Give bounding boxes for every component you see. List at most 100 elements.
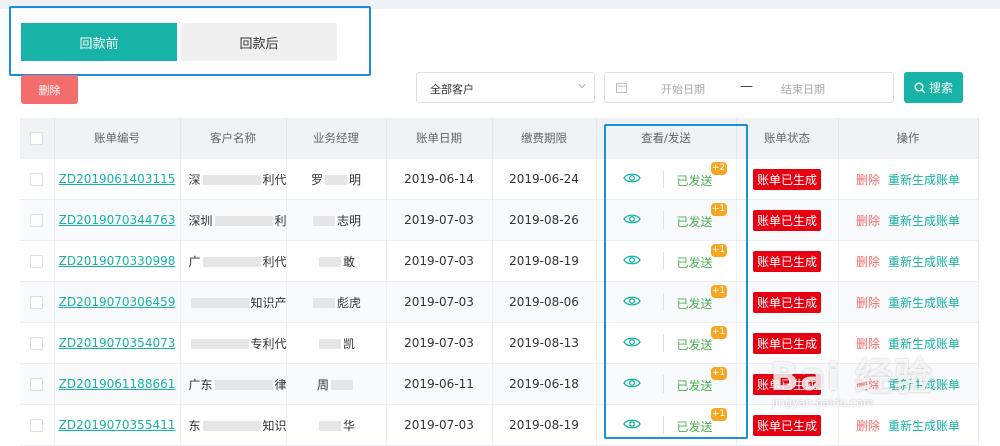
divider	[662, 334, 664, 352]
row-checkbox[interactable]	[30, 296, 44, 309]
col-manager: 业务经理	[286, 118, 387, 159]
row-select-cell	[20, 281, 55, 323]
status-badge: 账单已生成	[752, 209, 821, 231]
start-date-input[interactable]: 开始日期	[661, 81, 705, 97]
eye-icon[interactable]	[622, 213, 641, 228]
view-send-cell: 已发送 +1	[596, 322, 737, 364]
divider	[662, 293, 664, 311]
bill-number-link[interactable]: ZD2019070354073	[59, 336, 176, 350]
regenerate-bill-link[interactable]: 重新生成账单	[888, 419, 960, 433]
bill-number-cell: ZD2019070306459	[54, 281, 181, 323]
eye-icon[interactable]	[622, 418, 641, 433]
send-count-badge: +1	[710, 408, 727, 421]
customer-name-cell: 广东 律师事...	[180, 363, 287, 405]
calendar-icon	[616, 82, 627, 93]
status-cell: 账单已生成	[736, 281, 839, 323]
sent-status-link[interactable]: 已发送	[677, 377, 713, 394]
row-delete-link[interactable]: 删除	[856, 419, 880, 433]
actions-cell: 删除 重新生成账单	[838, 199, 979, 241]
eye-icon[interactable]	[622, 254, 641, 269]
row-delete-link[interactable]: 删除	[856, 296, 880, 310]
sent-status-link[interactable]: 已发送	[677, 295, 713, 312]
row-checkbox[interactable]	[30, 214, 44, 227]
due-date-cell: 2019-08-26	[492, 199, 597, 241]
redaction-mask	[202, 257, 261, 267]
row-checkbox[interactable]	[30, 378, 44, 391]
row-checkbox[interactable]	[30, 173, 44, 186]
status-cell: 账单已生成	[736, 404, 839, 446]
end-date-input[interactable]: 结束日期	[781, 81, 825, 97]
eye-icon[interactable]	[622, 336, 641, 351]
row-select-cell	[20, 199, 55, 241]
regenerate-bill-link[interactable]: 重新生成账单	[888, 337, 960, 351]
row-delete-link[interactable]: 删除	[856, 337, 880, 351]
customer-name-cell: 广 利代...	[180, 240, 287, 282]
bill-number-link[interactable]: ZD2019061188661	[59, 377, 176, 391]
eye-icon[interactable]	[622, 377, 641, 392]
eye-icon[interactable]	[622, 172, 641, 187]
redaction-mask	[202, 421, 261, 431]
bill-number-link[interactable]: ZD2019070306459	[59, 295, 176, 309]
bill-date-cell: 2019-07-03	[386, 240, 493, 282]
row-delete-link[interactable]: 删除	[856, 214, 880, 228]
due-date-cell: 2019-06-18	[492, 363, 597, 405]
row-delete-link[interactable]: 删除	[856, 378, 880, 392]
bill-number-link[interactable]: ZD2019061403115	[59, 172, 176, 186]
bill-number-link[interactable]: ZD2019070344763	[59, 213, 176, 227]
row-select-cell	[20, 363, 55, 405]
manager-cell: 彪虎	[286, 281, 387, 323]
status-cell: 账单已生成	[736, 322, 839, 364]
tab-after-payment[interactable]: 回款后	[181, 23, 337, 61]
bill-date-cell: 2019-07-03	[386, 199, 493, 241]
sent-status-link[interactable]: 已发送	[677, 254, 713, 271]
view-send-cell: 已发送 +1	[596, 404, 737, 446]
regenerate-bill-link[interactable]: 重新生成账单	[888, 173, 960, 187]
view-send-cell: 已发送 +1	[596, 199, 737, 241]
redaction-mask	[190, 298, 249, 308]
bill-number-cell: ZD2019070354073	[54, 322, 181, 364]
sent-status-link[interactable]: 已发送	[677, 336, 713, 353]
redaction-mask	[318, 257, 341, 267]
send-count-badge: +1	[710, 367, 727, 380]
table-row: ZD2019070355411 东 知识... 华 2019-07-032019-08-…	[20, 404, 979, 446]
actions-cell: 删除 重新生成账单	[838, 240, 979, 282]
regenerate-bill-link[interactable]: 重新生成账单	[888, 214, 960, 228]
row-checkbox[interactable]	[30, 419, 44, 432]
select-all-checkbox[interactable]	[30, 132, 44, 145]
customer-select[interactable]: 全部客户	[416, 72, 595, 103]
search-button[interactable]: 搜索	[904, 72, 963, 103]
customer-name-suffix: 专利代...	[250, 336, 286, 351]
redaction-mask	[331, 380, 353, 390]
customer-name-cell: 深圳 利代...	[180, 199, 287, 241]
row-checkbox[interactable]	[30, 255, 44, 268]
bill-number-link[interactable]: ZD2019070355411	[59, 418, 176, 432]
view-send-cell: 已发送 +1	[596, 281, 737, 323]
manager-cell: 周	[286, 363, 387, 405]
date-range-picker[interactable]: 开始日期 — 结束日期	[604, 72, 894, 103]
col-view-send: 查看/发送	[596, 118, 737, 159]
eye-icon[interactable]	[622, 295, 641, 310]
chevron-down-icon	[578, 84, 586, 89]
table-row: ZD2019070344763 深圳 利代... 志明 2019-07-032019-0…	[20, 199, 979, 241]
row-delete-link[interactable]: 删除	[856, 255, 880, 269]
regenerate-bill-link[interactable]: 重新生成账单	[888, 255, 960, 269]
view-send-cell: 已发送 +1	[596, 240, 737, 282]
row-delete-link[interactable]: 删除	[856, 173, 880, 187]
customer-name-suffix: 律师事...	[274, 377, 286, 392]
tabs-highlight-box: 回款前 回款后	[9, 6, 371, 76]
regenerate-bill-link[interactable]: 重新生成账单	[888, 296, 960, 310]
divider	[662, 375, 664, 393]
col-bill-date: 账单日期	[386, 118, 493, 159]
customer-name-suffix: 知识...	[262, 418, 286, 433]
sent-status-link[interactable]: 已发送	[677, 172, 713, 189]
delete-button[interactable]: 删除	[21, 75, 78, 104]
regenerate-bill-link[interactable]: 重新生成账单	[888, 378, 960, 392]
sent-status-link[interactable]: 已发送	[677, 213, 713, 230]
actions-cell: 删除 重新生成账单	[838, 363, 979, 405]
bill-number-link[interactable]: ZD2019070330998	[59, 254, 176, 268]
row-select-cell	[20, 404, 55, 446]
tab-before-payment[interactable]: 回款前	[21, 23, 177, 61]
sent-status-link[interactable]: 已发送	[677, 418, 713, 435]
row-checkbox[interactable]	[30, 337, 44, 350]
bill-table: 账单编号 客户名称 业务经理 账单日期 缴费期限 查看/发送 账单状态 操作 Z…	[20, 118, 979, 446]
